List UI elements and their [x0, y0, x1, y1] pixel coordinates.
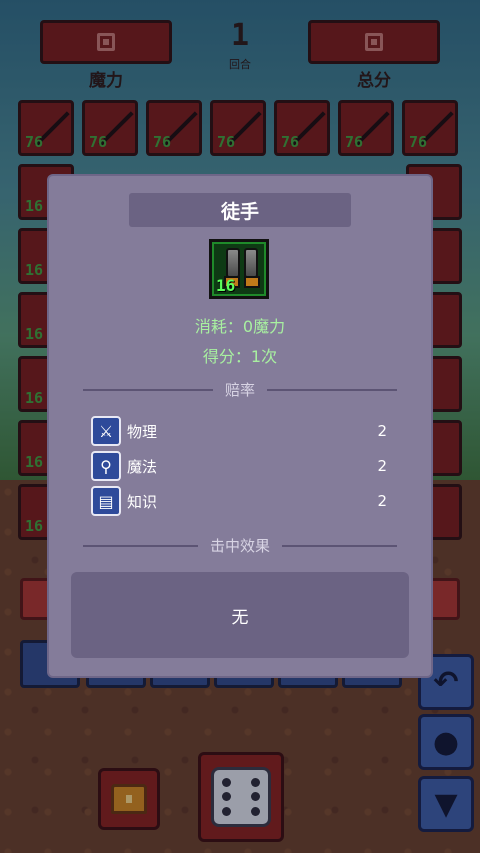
item-icon: 16 [209, 239, 269, 299]
stat-row-knowledge: ▤ 知识 2 [91, 486, 387, 516]
hit-effect-box: 无 [71, 572, 409, 658]
effect-header: 击中效果 [210, 537, 271, 555]
staff-icon: ⚲ [91, 451, 121, 481]
item-title: 徒手 [129, 193, 351, 227]
item-detail-modal: 徒手 16 消耗：0魔力 得分：1次 赔率 ⚔ 物理 2 ⚲ 魔法 2 ▤ 知识… [49, 176, 431, 676]
cost-text: 消耗：0魔力 [194, 317, 286, 336]
book-icon: ▤ [91, 486, 121, 516]
sword-icon: ⚔ [91, 416, 121, 446]
score-text: 得分：1次 [202, 347, 278, 366]
odds-header: 赔率 [225, 381, 256, 399]
odds-divider: 赔率 [83, 379, 398, 400]
item-level: 16 [216, 276, 236, 295]
hit-effect-text: 无 [231, 607, 249, 628]
greave-icon [244, 248, 258, 278]
greave-icon [226, 248, 240, 278]
effect-divider: 击中效果 [83, 535, 398, 556]
stat-row-physical: ⚔ 物理 2 [91, 416, 387, 446]
stat-row-magic: ⚲ 魔法 2 [91, 451, 387, 481]
